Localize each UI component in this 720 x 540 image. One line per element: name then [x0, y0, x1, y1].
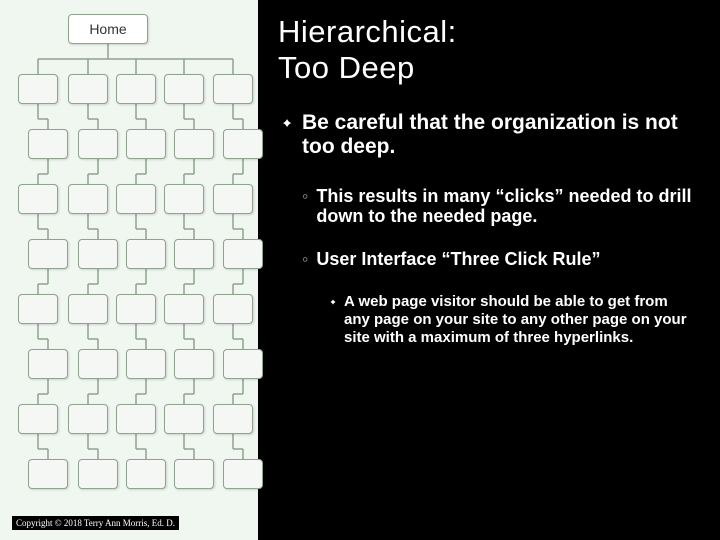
tree-node — [223, 349, 263, 379]
tree-node — [78, 239, 118, 269]
sub-bullet-1-text: This results in many “clicks” needed to … — [316, 186, 692, 227]
tree-node — [126, 129, 166, 159]
tree-node — [28, 239, 68, 269]
tree-node — [126, 349, 166, 379]
slide: Home — [0, 0, 720, 540]
flourish-icon — [326, 295, 340, 314]
tree-node — [126, 459, 166, 489]
main-bullet-text: Be careful that the organization is not … — [302, 111, 692, 159]
tree-node — [213, 184, 253, 214]
copyright-footer: Copyright © 2018 Terry Ann Morris, Ed. D… — [12, 516, 179, 530]
tree-node — [78, 459, 118, 489]
tree-node — [174, 129, 214, 159]
tree-node — [223, 459, 263, 489]
tree-node — [28, 349, 68, 379]
tree-node — [116, 184, 156, 214]
ring-marker-icon: ◦ — [302, 186, 308, 208]
tree-node — [68, 74, 108, 104]
tree-node — [116, 74, 156, 104]
tree-node — [164, 404, 204, 434]
tree-root-node: Home — [68, 14, 148, 44]
hierarchy-tree-diagram: Home — [8, 14, 250, 489]
tertiary-bullet-text: A web page visitor should be able to get… — [344, 293, 692, 347]
tree-node — [18, 294, 58, 324]
tree-node — [164, 184, 204, 214]
tree-node — [116, 294, 156, 324]
tree-node — [18, 74, 58, 104]
tree-node — [174, 349, 214, 379]
tree-node — [213, 74, 253, 104]
main-bullet: Be careful that the organization is not … — [278, 111, 692, 159]
tree-node — [68, 294, 108, 324]
tree-node — [213, 294, 253, 324]
tree-node — [164, 74, 204, 104]
tree-node — [18, 184, 58, 214]
tree-node — [68, 404, 108, 434]
tree-node — [68, 184, 108, 214]
tree-node — [174, 459, 214, 489]
tree-root-label: Home — [89, 21, 126, 37]
content-column: Hierarchical: Too Deep Be careful that t… — [258, 0, 720, 540]
slide-title: Hierarchical: Too Deep — [278, 14, 692, 85]
tree-node — [126, 239, 166, 269]
tree-node — [28, 129, 68, 159]
tree-node — [78, 349, 118, 379]
tree-node — [174, 239, 214, 269]
tree-node — [213, 404, 253, 434]
tree-node — [223, 129, 263, 159]
tree-node — [78, 129, 118, 159]
ring-marker-icon: ◦ — [302, 249, 308, 271]
tree-node — [28, 459, 68, 489]
tree-node — [223, 239, 263, 269]
tree-node — [116, 404, 156, 434]
tree-node — [164, 294, 204, 324]
tree-node — [18, 404, 58, 434]
tertiary-bullet: A web page visitor should be able to get… — [278, 293, 692, 347]
diagram-column: Home — [0, 0, 258, 540]
sub-bullet-2-text: User Interface “Three Click Rule” — [316, 249, 600, 270]
sub-bullet-1: ◦ This results in many “clicks” needed t… — [278, 186, 692, 227]
sub-bullet-2: ◦ User Interface “Three Click Rule” — [278, 249, 692, 271]
flourish-icon — [278, 114, 296, 137]
